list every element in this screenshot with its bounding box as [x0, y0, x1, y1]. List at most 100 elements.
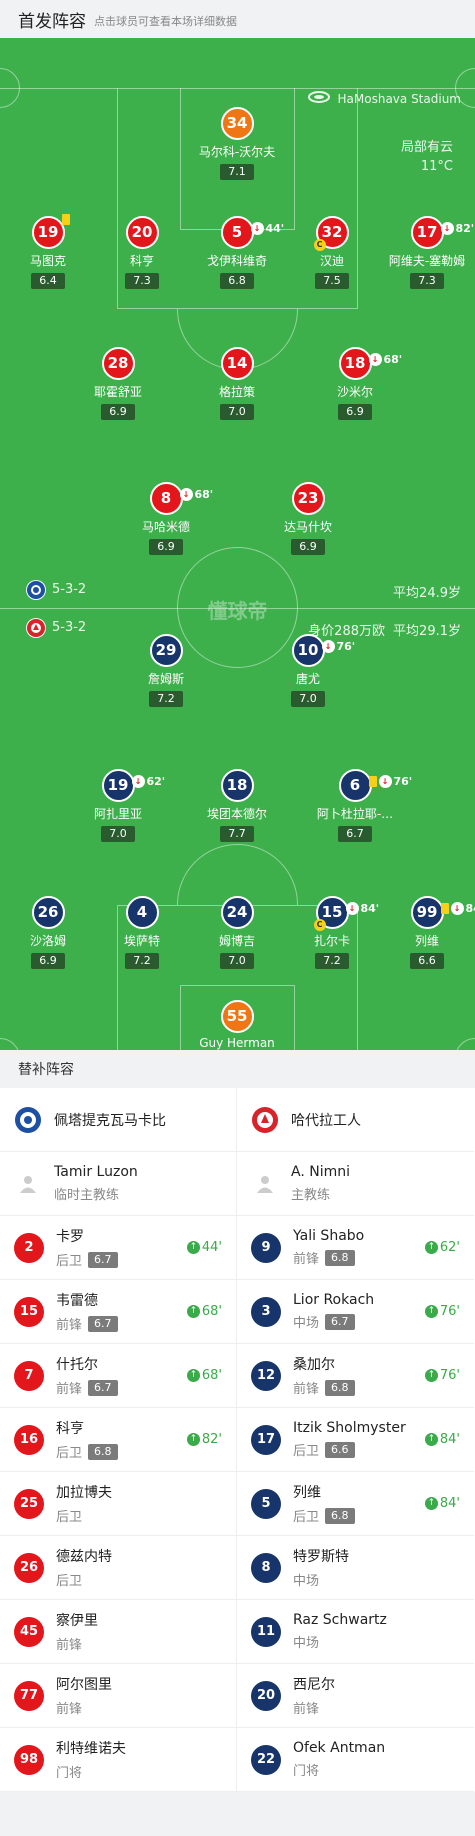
- player-name: 马哈米德: [141, 520, 190, 534]
- sub-player-info: 德兹内特 后卫: [56, 1546, 222, 1589]
- player-number: 15 ↓ 84' C: [313, 896, 379, 931]
- sub-player-row[interactable]: 98 利特维诺夫 门将: [0, 1728, 236, 1792]
- sub-in-icon: ↑: [186, 1241, 200, 1254]
- player-number: 8 ↓ 68': [149, 482, 213, 515]
- player-marker[interactable]: 6 ↓ 76' 阿卜杜拉耶-… 6.7: [295, 769, 415, 842]
- away-team-row[interactable]: 哈代拉工人: [237, 1088, 474, 1152]
- player-name: Guy Herman: [199, 1036, 275, 1050]
- sub-player-row[interactable]: 16 科亨 后卫 6.8 ↑ 82': [0, 1408, 236, 1472]
- sub-player-position: 后卫: [56, 1510, 83, 1525]
- player-marker[interactable]: 34 马尔科-沃尔夫 7.1: [177, 107, 297, 180]
- player-rating: 6.6: [410, 953, 444, 969]
- sub-player-row[interactable]: 3 Lior Rokach 中场 6.7 ↑ 76': [237, 1280, 474, 1344]
- player-rating-value: 6.4: [39, 274, 57, 287]
- sub-player-row[interactable]: 9 Yali Shabo 前锋 6.8 ↑ 62': [237, 1216, 474, 1280]
- sub-player-row[interactable]: 77 阿尔图里 前锋: [0, 1664, 236, 1728]
- player-number: 99↓84': [410, 896, 475, 929]
- sub-player-row[interactable]: 17 Itzik Sholmyster 后卫 6.6 ↑ 84': [237, 1408, 474, 1472]
- away-coach-row[interactable]: A. Nimni 主教练: [237, 1152, 474, 1216]
- sub-player-row[interactable]: 7 什托尔 前锋 6.7 ↑ 68': [0, 1344, 236, 1408]
- lineup-header: 首发阵容 点击球员可查看本场详细数据: [0, 0, 475, 38]
- player-number: 29: [149, 634, 183, 667]
- away-formation: 5-3-2: [52, 620, 87, 635]
- player-marker[interactable]: 28 耶霍舒亚 6.9: [58, 347, 178, 420]
- sub-player-row[interactable]: 20 西尼尔 前锋: [237, 1664, 474, 1728]
- player-marker[interactable]: 10 ↓ 76' 唐尤 7.0: [248, 634, 368, 707]
- home-formation: 5-3-2: [52, 582, 87, 597]
- player-marker[interactable]: 19 ↓ 62' 阿扎里亚 7.0: [58, 769, 178, 842]
- sub-player-row[interactable]: 15 韦雷德 前锋 6.7 ↑ 68': [0, 1280, 236, 1344]
- sub-player-info: 利特维诺夫 门将: [56, 1738, 222, 1781]
- sub-in-indicator: ↑ 82': [186, 1432, 222, 1447]
- player-number: 55: [220, 1000, 254, 1033]
- away-coach-name: A. Nimni: [291, 1164, 350, 1180]
- player-rating: 7.0: [101, 826, 135, 842]
- player-number: 6 ↓ 76': [338, 769, 412, 802]
- sub-player-row[interactable]: 25 加拉博夫 后卫: [0, 1472, 236, 1536]
- player-events: ↓ 82': [440, 214, 474, 243]
- player-number: 20: [125, 216, 159, 249]
- player-marker[interactable]: 18 ↓ 68' 沙米尔 6.9: [295, 347, 415, 420]
- temperature-text: 11°C: [420, 159, 453, 174]
- sub-player-name: Ofek Antman: [293, 1740, 386, 1756]
- sub-player-row[interactable]: 45 察伊里 前锋: [0, 1600, 236, 1664]
- player-marker[interactable]: 29 詹姆斯 7.2: [106, 634, 226, 707]
- sub-player-row[interactable]: 11 Raz Schwartz 中场: [237, 1600, 474, 1664]
- sub-player-row[interactable]: 22 Ofek Antman 门将: [237, 1728, 474, 1792]
- sub-player-row[interactable]: 8 特罗斯特 中场: [237, 1536, 474, 1600]
- player-number: 4: [125, 896, 159, 929]
- home-coach-row[interactable]: Tamir Luzon 临时主教练: [0, 1152, 236, 1216]
- player-marker[interactable]: 17 ↓ 82' 阿维夫-塞勒姆 7.3: [367, 216, 475, 289]
- sub-player-position: 后卫: [56, 1574, 83, 1589]
- sub-player-number: 11: [251, 1616, 281, 1647]
- sub-out-icon: ↓: [440, 222, 454, 235]
- sub-in-minute: 84': [439, 1496, 460, 1511]
- away-subs-column: 哈代拉工人 A. Nimni 主教练 9 Yali Shabo 前锋 6.8 ↑ 62' 3…: [237, 1088, 474, 1792]
- player-marker[interactable]: 99↓84' 列维 6.6: [367, 896, 475, 969]
- sub-in-indicator: ↑ 84': [424, 1496, 460, 1511]
- player-marker[interactable]: 8 ↓ 68' 马哈米德 6.9: [106, 482, 226, 555]
- home-team-row[interactable]: 佩塔提克瓦马卡比: [0, 1088, 236, 1152]
- sub-player-row[interactable]: 2 卡罗 后卫 6.7 ↑ 44': [0, 1216, 236, 1280]
- sub-player-name: 德兹内特: [56, 1549, 112, 1565]
- sub-player-row[interactable]: 12 桑加尔 前锋 6.8 ↑ 76': [237, 1344, 474, 1408]
- player-rating: 6.4: [31, 273, 65, 289]
- player-rating-value: 7.2: [157, 692, 175, 705]
- player-marker[interactable]: 18 埃团本德尔 7.7: [177, 769, 297, 842]
- sub-player-name: 利特维诺夫: [56, 1741, 126, 1757]
- sub-in-icon: ↑: [424, 1369, 438, 1382]
- sub-minute: 84': [465, 902, 475, 915]
- pitch: HaMoshava Stadium 局部有云 11°C 懂球帝 5-3-2 平均…: [0, 38, 475, 1050]
- sub-player-number: 98: [14, 1744, 44, 1775]
- player-rating: 7.0: [220, 953, 254, 969]
- player-rating: 7.2: [125, 953, 159, 969]
- away-team-name: 哈代拉工人: [291, 1112, 361, 1129]
- home-avg-age: 平均24.9岁: [393, 586, 461, 601]
- sub-player-info: 阿尔图里 前锋: [56, 1674, 222, 1717]
- player-marker[interactable]: 55Guy Herman⭐8.0: [177, 1000, 297, 1050]
- player-number: 19: [31, 214, 70, 249]
- sub-minute: 68': [194, 488, 214, 501]
- sub-in-icon: ↑: [424, 1497, 438, 1510]
- coach-avatar-icon: [251, 1170, 279, 1198]
- player-name: 唐尤: [295, 672, 320, 686]
- sub-player-name: 西尼尔: [293, 1677, 335, 1693]
- sub-player-position: 前锋: [56, 1702, 83, 1717]
- player-number: 34: [220, 107, 254, 140]
- sub-minute: 76': [336, 640, 356, 653]
- player-marker[interactable]: 23 达马什坎 6.9: [248, 482, 368, 555]
- sub-player-meta: 前锋: [56, 1634, 222, 1653]
- sub-player-row[interactable]: 26 德兹内特 后卫: [0, 1536, 236, 1600]
- sub-in-indicator: ↑ 62': [424, 1240, 460, 1255]
- sub-player-number: 45: [14, 1616, 44, 1647]
- sub-player-row[interactable]: 5 列维 后卫 6.8 ↑ 84': [237, 1472, 474, 1536]
- home-coach-name: Tamir Luzon: [54, 1164, 138, 1180]
- player-rating: 6.9: [338, 404, 372, 420]
- sub-player-number: 8: [251, 1552, 281, 1583]
- player-rating: 7.3: [125, 273, 159, 289]
- player-marker[interactable]: 14 格拉策 7.0: [177, 347, 297, 420]
- home-team-name: 佩塔提克瓦马卡比: [54, 1112, 166, 1129]
- player-rating-value: 7.0: [228, 954, 246, 967]
- sub-in-indicator: ↑ 68': [186, 1304, 222, 1319]
- sub-out-icon: ↓: [179, 488, 193, 501]
